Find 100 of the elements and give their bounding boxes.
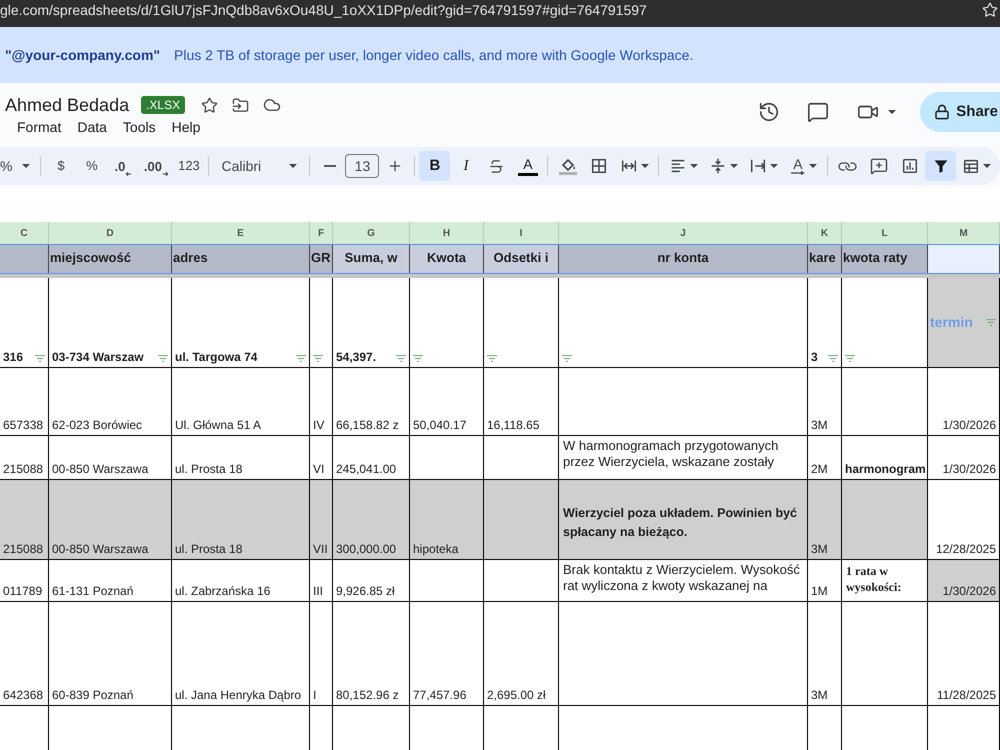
- format-button[interactable]: $: [45, 151, 76, 181]
- table-cell[interactable]: 54,397.: [333, 278, 410, 368]
- table-cell[interactable]: ul. Zabrzańska 16: [172, 560, 310, 602]
- table-cell[interactable]: IV: [310, 368, 333, 436]
- table-cell[interactable]: ul. Jana Henryka Dąbro: [172, 602, 310, 706]
- column-letter[interactable]: D: [49, 222, 172, 244]
- menu-item[interactable]: Help: [172, 117, 200, 137]
- address-bar[interactable]: gle.com/spreadsheets/d/1GlU7jsFJnQdb8av6xOu48U_1oXX1DPp/edit?gid=764791597#gid=764791597: [0, 0, 1000, 27]
- table-cell[interactable]: [484, 436, 559, 480]
- bookmark-star-icon[interactable]: [982, 2, 998, 18]
- table-cell[interactable]: [484, 560, 559, 602]
- table-cell[interactable]: 1 rata w wysokości:: [842, 560, 928, 602]
- column-letter[interactable]: E: [172, 222, 310, 244]
- table-cell[interactable]: 316: [0, 278, 49, 368]
- table-cell[interactable]: 215088: [0, 480, 49, 560]
- comments-icon[interactable]: [807, 101, 830, 123]
- table-cell[interactable]: 77,457.96: [410, 602, 484, 706]
- table-cell[interactable]: III: [310, 560, 333, 602]
- column-letter[interactable]: H: [410, 222, 484, 244]
- column-letter[interactable]: J: [559, 222, 808, 244]
- increase-decimal-button[interactable]: .00: [139, 151, 174, 181]
- table-cell[interactable]: 245,041.00: [333, 436, 410, 480]
- table-cell[interactable]: 1/30/2026: [928, 560, 1000, 602]
- table-cell[interactable]: 3: [808, 278, 842, 368]
- table-cell[interactable]: [484, 278, 559, 368]
- table-cell[interactable]: Wierzyciel poza układem. Powinien być spłacany na bieżąco.: [559, 480, 808, 560]
- table-cell[interactable]: 1/30/2026: [928, 368, 1000, 436]
- table-cell[interactable]: 3M: [808, 602, 842, 706]
- table-cell[interactable]: 11/28/2025: [928, 602, 1000, 706]
- table-cell[interactable]: 1M: [808, 560, 842, 602]
- table-cell[interactable]: 00-850 Warszawa: [49, 436, 172, 480]
- format-button[interactable]: 123: [173, 151, 204, 181]
- table-cell[interactable]: 50,040.17: [410, 368, 484, 436]
- table-cell[interactable]: 12/28/2025: [928, 480, 1000, 560]
- table-cell[interactable]: [842, 278, 928, 368]
- table-cell[interactable]: [559, 368, 808, 436]
- column-letter[interactable]: F: [310, 222, 333, 244]
- format-button[interactable]: %: [76, 151, 108, 181]
- table-cell[interactable]: ul. Prosta 18: [172, 480, 310, 560]
- table-cell[interactable]: 60-839 Poznań: [49, 602, 172, 706]
- table-cell[interactable]: 215088: [0, 436, 49, 480]
- table-cell[interactable]: [842, 368, 928, 436]
- text-color-button[interactable]: A: [512, 151, 544, 181]
- italic-button[interactable]: I: [450, 151, 482, 181]
- font-size-field[interactable]: 13: [345, 154, 380, 178]
- table-cell[interactable]: VI: [310, 436, 333, 480]
- column-letter[interactable]: G: [333, 222, 410, 244]
- column-letter[interactable]: C: [0, 222, 49, 244]
- star-icon[interactable]: [201, 96, 218, 114]
- menu-item[interactable]: Data: [77, 117, 107, 137]
- menu-item[interactable]: Tools: [122, 117, 156, 137]
- decrease-decimal-button[interactable]: .0: [107, 151, 140, 181]
- table-cell[interactable]: 011789: [0, 560, 49, 602]
- zoom-select[interactable]: %: [0, 151, 36, 181]
- table-cell[interactable]: 66,158.82 z: [333, 368, 410, 436]
- document-title[interactable]: Ahmed Bedada: [5, 93, 130, 117]
- column-letter[interactable]: M: [928, 222, 1000, 244]
- column-letter[interactable]: I: [484, 222, 559, 244]
- bold-button[interactable]: B: [419, 151, 450, 181]
- table-cell[interactable]: 657338: [0, 368, 49, 436]
- font-select[interactable]: Calibri: [213, 151, 306, 181]
- table-cell[interactable]: 03-734 Warszaw: [49, 278, 172, 368]
- share-button[interactable]: Share: [920, 92, 1000, 132]
- table-cell[interactable]: 00-850 Warszawa: [49, 480, 172, 560]
- table-cell[interactable]: 1/30/2026: [928, 436, 1000, 480]
- table-cell[interactable]: [410, 560, 484, 602]
- table-cell[interactable]: W harmonogramach przygotowanych przez Wierzyciela, wskazane zostały: [559, 436, 808, 480]
- table-cell[interactable]: Brak kontaktu z Wierzycielem. Wysokość rat wyliczona z kwoty wskazanej na: [559, 560, 808, 602]
- table-cell[interactable]: VII: [310, 480, 333, 560]
- table-cell[interactable]: [484, 480, 559, 560]
- table-cell[interactable]: [559, 278, 808, 368]
- table-cell[interactable]: 9,926.85 zł: [333, 560, 410, 602]
- table-cell[interactable]: ul. Targowa 74: [172, 278, 310, 368]
- text-rotation-button[interactable]: A: [783, 151, 824, 181]
- column-letter[interactable]: K: [808, 222, 842, 244]
- table-cell[interactable]: harmonogram: [842, 436, 928, 480]
- table-cell[interactable]: [410, 278, 484, 368]
- table-cell[interactable]: hipoteka: [410, 480, 484, 560]
- table-cell[interactable]: 80,152.96 z: [333, 602, 410, 706]
- table-cell[interactable]: [842, 480, 928, 560]
- table-cell[interactable]: [310, 278, 333, 368]
- move-folder-icon[interactable]: [232, 96, 250, 114]
- table-cell[interactable]: 2,695.00 zł: [484, 602, 559, 706]
- table-cell[interactable]: 16,118.65: [484, 368, 559, 436]
- table-cell[interactable]: Ul. Główna 51 A: [172, 368, 310, 436]
- cloud-icon[interactable]: [263, 96, 282, 114]
- table-cell[interactable]: [842, 602, 928, 706]
- menu-item[interactable]: Format: [17, 117, 62, 137]
- url-text[interactable]: gle.com/spreadsheets/d/1GlU7jsFJnQdb8av6xOu48U_1oXX1DPp/edit?gid=764791597#gid=764791597: [0, 0, 647, 18]
- column-letter[interactable]: L: [842, 222, 928, 244]
- table-cell[interactable]: [410, 436, 484, 480]
- table-cell[interactable]: 3M: [808, 480, 842, 560]
- table-cell[interactable]: 3M: [808, 368, 842, 436]
- table-cell[interactable]: 300,000.00: [333, 480, 410, 560]
- table-cell[interactable]: ul. Prosta 18: [172, 436, 310, 480]
- table-cell[interactable]: [559, 602, 808, 706]
- table-cell[interactable]: 2M: [808, 436, 842, 480]
- table-cell[interactable]: I: [310, 602, 333, 706]
- version-history-icon[interactable]: [758, 101, 780, 123]
- filter-button[interactable]: [925, 151, 956, 181]
